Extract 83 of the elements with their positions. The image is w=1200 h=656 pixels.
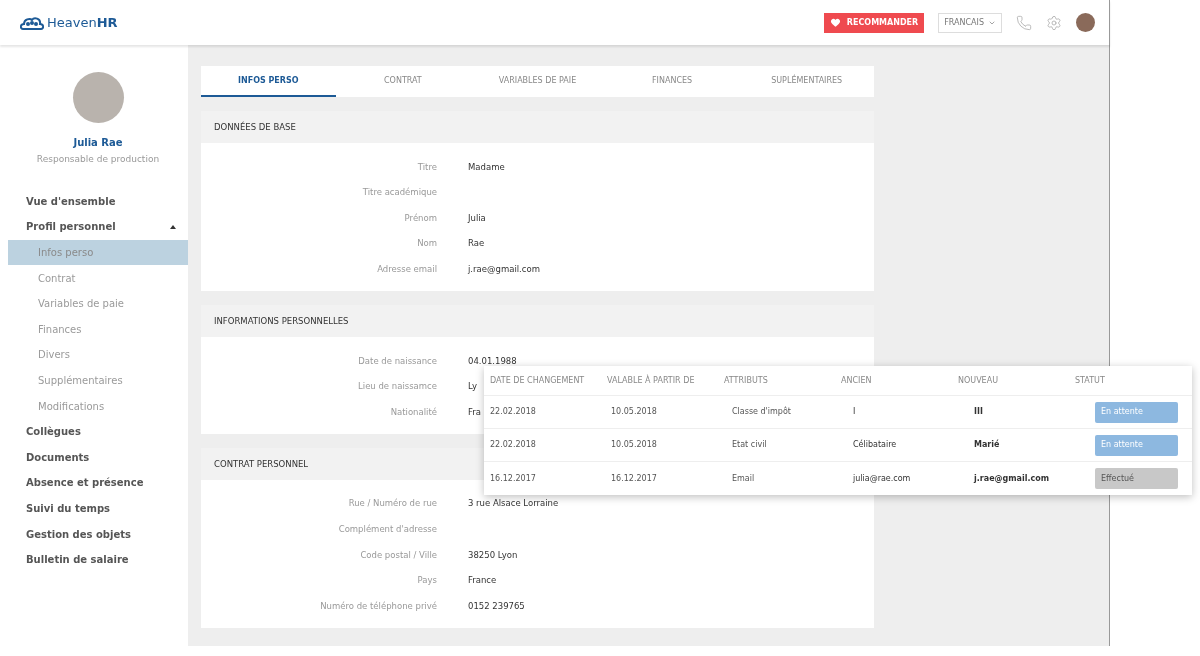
table-cell-text: 22.02.2018 [490,439,537,451]
field-value: Rae [468,237,485,251]
field-value: j.rae@gmail.com [468,263,540,276]
field-value: Ly [468,380,477,393]
table-cell-text: Etat civil [732,439,768,451]
sidebar-item[interactable]: Absence et présence [8,470,188,496]
field-label: Titre académique [361,186,437,200]
field-label: Rue / Numéro de rue [347,497,437,511]
section-title: DONNÉES DE BASE [214,120,296,134]
section-title: INFORMATIONS PERSONNELLES [214,314,349,328]
table-cell-text: Email [732,472,756,485]
field-label: Titre [416,160,437,174]
table-cell-text: j.rae@gmail.com [974,472,1051,485]
tab[interactable]: FINANCES [604,66,740,98]
field-value: 38250 Lyon [468,548,518,562]
column-header: STATUT [1075,374,1106,387]
status-badge: En attente [1095,401,1178,423]
profile-name: Julia Rae [73,136,123,150]
table-cell-text: III [974,406,984,418]
tab[interactable]: SUPLÉMENTAIRES [739,66,874,98]
sidebar-item[interactable]: Modifications [8,393,188,419]
tab[interactable]: VARIABLES DE PAIE [470,66,605,98]
table-cell-text: Classe d'impôt [732,406,792,418]
sidebar-item[interactable]: Infos perso [8,239,188,266]
table-cell-text: I [853,406,857,418]
table-cell-text: 22.02.2018 [490,406,537,418]
sidebar-item[interactable]: Collègues [8,418,188,445]
caret-up-icon [170,224,176,229]
table-cell-text: 16.12.2017 [611,472,658,485]
field-label: Date de naissance [357,354,437,368]
field-value: 3 rue Alsace Lorraine [468,497,559,511]
tab[interactable]: CONTRAT [335,66,471,98]
table-cell-text: 16.12.2017 [490,472,537,485]
field-label: Adresse email [376,263,437,276]
sidebar-item[interactable]: Documents [8,444,188,471]
column-header: ANCIEN [841,374,873,387]
logo-text: HeavenHR [47,13,118,32]
field-label: Nationalité [389,405,437,419]
column-header: NOUVEAU [958,374,999,387]
table-cell-text: 10.05.2018 [611,439,658,451]
field-value: Madame [468,160,505,174]
tab[interactable]: INFOS PERSO [201,66,336,98]
phone-icon[interactable] [1016,14,1032,31]
field-value: 04.01.1988 [468,354,517,368]
field-value: Julia [468,211,486,225]
section-title: CONTRAT PERSONNEL [214,457,309,471]
field-label: Complément d'adresse [337,523,437,536]
sidebar-item[interactable]: Vue d'ensemble [8,188,188,215]
sidebar-item[interactable]: Bulletin de salaire [8,546,188,573]
sidebar-item[interactable]: Contrat [8,265,188,291]
sidebar-item[interactable]: Divers [8,342,188,368]
status-badge: Effectué [1095,468,1178,489]
field-label: Code postal / Ville [359,548,437,562]
language-dropdown[interactable]: FRANCAIS [938,12,1002,33]
sidebar-item[interactable]: Gestion des objets [8,521,188,547]
column-header: DATE DE CHANGEMENT [490,374,586,387]
sidebar-item[interactable]: Finances [8,316,188,343]
sidebar-item[interactable]: Suivi du temps [8,495,188,522]
column-header: VALABLE À PARTIR DE [607,374,696,387]
status-badge: En attente [1095,434,1178,456]
recommend-button[interactable]: RECOMMANDER [823,12,925,33]
sidebar-item[interactable]: Supplémentaires [8,367,188,394]
field-value: 0152 239765 [468,599,525,613]
cloud-people-logo-icon [20,15,44,30]
profile-role: Responsable de production [36,153,160,166]
field-label: Numéro de téléphone privé [319,599,437,613]
settings-icon[interactable] [1046,14,1062,31]
column-header: ATTRIBUTS [724,374,769,387]
field-value: France [468,574,497,587]
heart-icon [829,17,841,28]
sidebar-item[interactable]: Variables de paie [8,290,188,317]
table-cell-text: julia@rae.com [853,472,912,485]
field-label: Pays [416,574,437,587]
profile-photo-placeholder [72,72,124,123]
field-label: Nom [416,237,437,251]
sidebar-item[interactable]: Profil personnel [8,214,188,240]
user-avatar[interactable] [1076,13,1095,32]
field-value: Fra [468,405,481,419]
field-label: Prénom [403,211,437,225]
field-label: Lieu de naissamce [357,380,437,393]
table-cell-text: Marié [974,439,1001,451]
table-cell-text: Célibataire [853,439,898,451]
table-cell-text: 10.05.2018 [611,406,658,418]
